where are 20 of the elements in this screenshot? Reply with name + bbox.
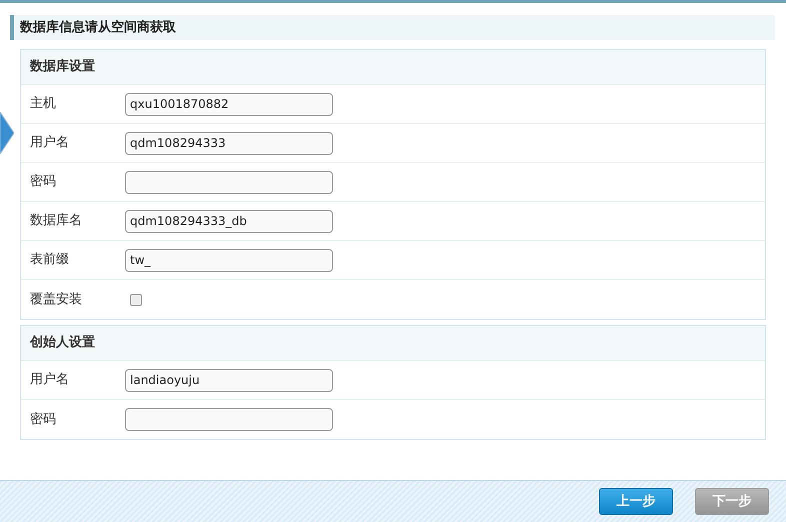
field-label: 表前缀 xyxy=(30,251,70,270)
field-label: 用户名 xyxy=(30,371,70,390)
field-label: 用户名 xyxy=(30,134,70,152)
section-heading: 数据库信息请从空间商获取 xyxy=(10,15,775,40)
input-field[interactable]: qxu1001870882 xyxy=(125,92,333,116)
arrow-icon xyxy=(0,112,14,154)
field-label: 密码 xyxy=(30,410,57,429)
field-label: 密码 xyxy=(30,173,57,192)
checkbox[interactable] xyxy=(130,294,142,306)
input-field[interactable]: qdm108294333 xyxy=(125,132,333,154)
field-label: 数据库名 xyxy=(30,212,83,230)
section-title: 创始人设置 xyxy=(30,334,95,352)
input-field[interactable]: qdm108294333_db xyxy=(125,210,333,232)
field-label: 覆盖安装 xyxy=(30,290,83,309)
field-label: 主机 xyxy=(30,95,57,114)
input-field[interactable] xyxy=(125,408,333,431)
input-field[interactable] xyxy=(125,170,333,194)
input-field[interactable]: landiaoyuju xyxy=(125,368,333,392)
input-field[interactable]: tw_ xyxy=(125,248,333,272)
section-title: 数据库设置 xyxy=(30,58,95,76)
